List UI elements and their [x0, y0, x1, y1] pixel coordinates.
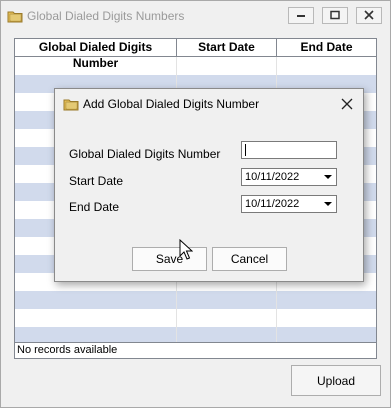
end-date-value: 10/11/2022	[245, 198, 300, 210]
end-date-picker[interactable]: 10/11/2022	[241, 195, 337, 213]
table-row	[15, 57, 376, 75]
start-date-picker[interactable]: 10/11/2022	[241, 168, 337, 186]
window-close-button[interactable]	[356, 7, 382, 24]
column-header-end-date[interactable]: End Date	[277, 39, 376, 56]
upload-button[interactable]: Upload	[291, 365, 381, 396]
start-date-value: 10/11/2022	[245, 171, 300, 183]
table-row	[15, 309, 376, 327]
dialog-close-button[interactable]	[337, 94, 357, 114]
number-label: Global Dialed Digits Number	[69, 147, 221, 161]
chevron-down-icon[interactable]	[321, 170, 335, 184]
maximize-button[interactable]	[322, 7, 348, 24]
maximize-icon	[330, 10, 340, 20]
add-number-dialog: Add Global Dialed Digits Number Global D…	[54, 88, 364, 282]
grid-status: No records available	[15, 342, 376, 358]
end-date-label: End Date	[69, 200, 120, 214]
folder-icon	[63, 97, 79, 111]
cancel-button[interactable]: Cancel	[212, 247, 287, 271]
minimize-icon	[297, 15, 305, 17]
title-bar: Global Dialed Digits Numbers	[1, 1, 390, 31]
window-title: Global Dialed Digits Numbers	[27, 9, 185, 23]
start-date-label: Start Date	[69, 174, 124, 188]
column-header-number[interactable]: Global Dialed Digits Number	[15, 39, 177, 70]
grid-header: Global Dialed Digits Number Start Date E…	[15, 39, 376, 70]
folder-icon	[7, 9, 23, 23]
minimize-button[interactable]	[288, 7, 314, 24]
dialog-title: Add Global Dialed Digits Number	[83, 97, 260, 111]
close-icon	[364, 10, 374, 20]
save-button[interactable]: Save	[132, 247, 207, 271]
chevron-down-icon[interactable]	[321, 197, 335, 211]
text-caret	[245, 144, 246, 156]
column-header-start-date[interactable]: Start Date	[177, 39, 277, 56]
close-icon	[341, 98, 353, 110]
table-row	[15, 291, 376, 309]
number-input[interactable]	[241, 141, 337, 159]
